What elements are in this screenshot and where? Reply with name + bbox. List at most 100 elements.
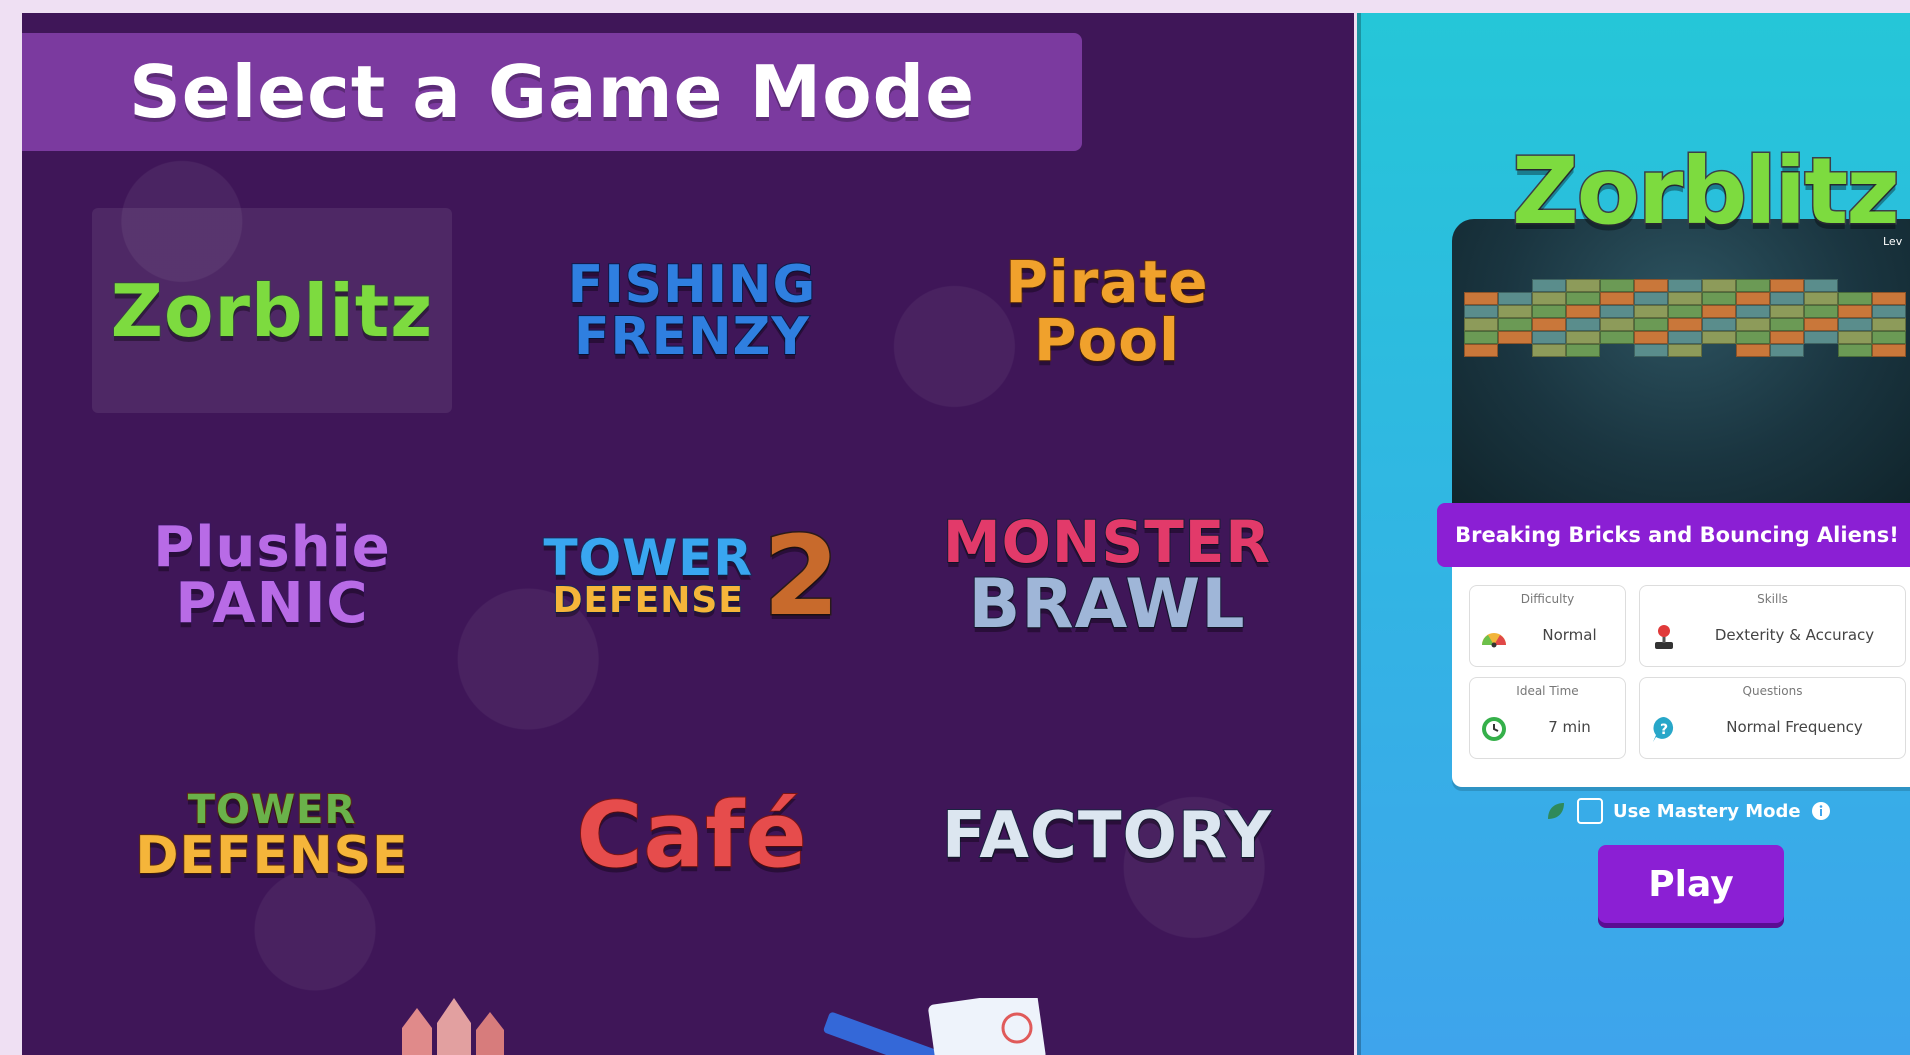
mastery-mode-checkbox[interactable] bbox=[1577, 798, 1603, 824]
game-tile-zorblitz[interactable]: Zorblitz bbox=[92, 208, 452, 413]
game-stats-card: Difficulty Normal Skills Dexterity & Acc… bbox=[1452, 567, 1910, 787]
game-tile-tower-defense[interactable]: TOWER DEFENSE bbox=[92, 733, 452, 938]
brick bbox=[1838, 344, 1872, 357]
stat-label: Skills bbox=[1757, 592, 1788, 606]
brick bbox=[1736, 344, 1770, 357]
game-preview-image bbox=[1452, 219, 1910, 509]
brick bbox=[1838, 292, 1872, 305]
brick bbox=[1498, 331, 1532, 344]
brick bbox=[1770, 305, 1804, 318]
leaf-icon bbox=[1548, 803, 1564, 819]
header-bar: Select a Game Mode bbox=[22, 33, 1082, 151]
game-tile-factory[interactable]: FACTORY bbox=[927, 733, 1287, 938]
play-button[interactable]: Play bbox=[1598, 845, 1784, 923]
brick bbox=[1600, 305, 1634, 318]
brick bbox=[1600, 331, 1634, 344]
game-tile-fishing-frenzy[interactable]: FISHING FRENZY bbox=[512, 208, 872, 413]
preview-game-logo: Zorblitz bbox=[1511, 137, 1902, 247]
brick bbox=[1464, 318, 1498, 331]
preview-level-label: Lev bbox=[1883, 235, 1903, 248]
brick bbox=[1600, 279, 1634, 292]
brick bbox=[1702, 279, 1736, 292]
game-tile-plushie-panic[interactable]: Plushie PANIC bbox=[92, 473, 452, 678]
brick bbox=[1702, 292, 1736, 305]
game-tile-cafe[interactable]: Café bbox=[512, 733, 872, 938]
joystick-icon bbox=[1655, 625, 1673, 649]
brick bbox=[1804, 292, 1838, 305]
brick bbox=[1532, 331, 1566, 344]
stat-label: Difficulty bbox=[1520, 592, 1575, 606]
brick bbox=[1804, 331, 1838, 344]
game-tile-monster-brawl[interactable]: MONSTER BRAWL bbox=[927, 473, 1287, 678]
brick bbox=[1566, 305, 1600, 318]
brick bbox=[1498, 318, 1532, 331]
stat-skills: Skills Dexterity & Accuracy bbox=[1639, 585, 1906, 667]
brick bbox=[1668, 279, 1702, 292]
stat-ideal-time: Ideal Time 7 min bbox=[1469, 677, 1626, 759]
stat-label: Ideal Time bbox=[1516, 684, 1579, 698]
brick bbox=[1736, 292, 1770, 305]
brick bbox=[1498, 305, 1532, 318]
brick bbox=[1600, 318, 1634, 331]
info-icon[interactable] bbox=[1811, 801, 1831, 821]
game-tile-tower-defense-2[interactable]: TOWER DEFENSE 2 bbox=[512, 473, 872, 678]
stat-questions: Questions ? Normal Frequency bbox=[1639, 677, 1906, 759]
pencil-paper-icon bbox=[823, 998, 1046, 1055]
svg-text:?: ? bbox=[1660, 722, 1668, 738]
brick bbox=[1566, 292, 1600, 305]
brick bbox=[1804, 279, 1838, 292]
brick bbox=[1532, 292, 1566, 305]
brick bbox=[1804, 305, 1838, 318]
mastery-mode-label[interactable]: Use Mastery Mode bbox=[1613, 801, 1801, 822]
game-tile-pirate-pool[interactable]: Pirate Pool bbox=[927, 208, 1287, 413]
brick bbox=[1464, 331, 1498, 344]
brick bbox=[1736, 318, 1770, 331]
difficulty-gauge-icon bbox=[1482, 633, 1506, 648]
brick bbox=[1566, 331, 1600, 344]
game-logo: Plushie PANIC bbox=[152, 514, 391, 636]
brick bbox=[1770, 279, 1804, 292]
brick bbox=[1532, 344, 1566, 357]
stat-label: Questions bbox=[1742, 684, 1803, 698]
brick bbox=[1838, 331, 1872, 344]
brick bbox=[1464, 344, 1498, 357]
brick bbox=[1804, 318, 1838, 331]
brick bbox=[1736, 279, 1770, 292]
stat-value: Normal bbox=[1542, 626, 1597, 644]
brick bbox=[1498, 292, 1532, 305]
brick bbox=[1702, 331, 1736, 344]
brick bbox=[1634, 318, 1668, 331]
brick bbox=[1838, 318, 1872, 331]
game-tile-partial[interactable] bbox=[272, 998, 632, 1055]
stat-value: Normal Frequency bbox=[1726, 718, 1863, 736]
brick bbox=[1464, 292, 1498, 305]
mastery-mode-row: Use Mastery Mode bbox=[1545, 798, 1831, 824]
game-logo-badge: 2 bbox=[761, 511, 841, 640]
brick bbox=[1838, 305, 1872, 318]
brick bbox=[1566, 279, 1600, 292]
brick bbox=[1872, 344, 1906, 357]
brick bbox=[1532, 279, 1566, 292]
brick bbox=[1736, 331, 1770, 344]
game-logo: FACTORY bbox=[941, 798, 1273, 873]
game-logo: TOWER DEFENSE bbox=[134, 786, 409, 886]
brick bbox=[1770, 331, 1804, 344]
game-logo: Café bbox=[576, 782, 808, 888]
brick bbox=[1770, 344, 1804, 357]
question-bubble-icon: ? bbox=[1653, 717, 1674, 742]
game-logo-group: TOWER DEFENSE 2 bbox=[543, 511, 841, 640]
brick bbox=[1668, 305, 1702, 318]
game-tile-partial[interactable] bbox=[752, 998, 1112, 1055]
stat-difficulty: Difficulty Normal bbox=[1469, 585, 1626, 667]
brick bbox=[1872, 305, 1906, 318]
castle-icon bbox=[402, 998, 504, 1055]
brick bbox=[1736, 305, 1770, 318]
brick bbox=[1532, 305, 1566, 318]
game-tagline: Breaking Bricks and Bouncing Aliens! bbox=[1437, 503, 1910, 567]
brick bbox=[1634, 279, 1668, 292]
game-logo: MONSTER BRAWL bbox=[942, 507, 1272, 644]
brick bbox=[1600, 292, 1634, 305]
brick bbox=[1566, 318, 1600, 331]
game-detail-panel: Zorblitz Lev Breaking Bricks and Bouncin… bbox=[1357, 13, 1910, 1055]
page-title: Select a Game Mode bbox=[128, 50, 976, 134]
